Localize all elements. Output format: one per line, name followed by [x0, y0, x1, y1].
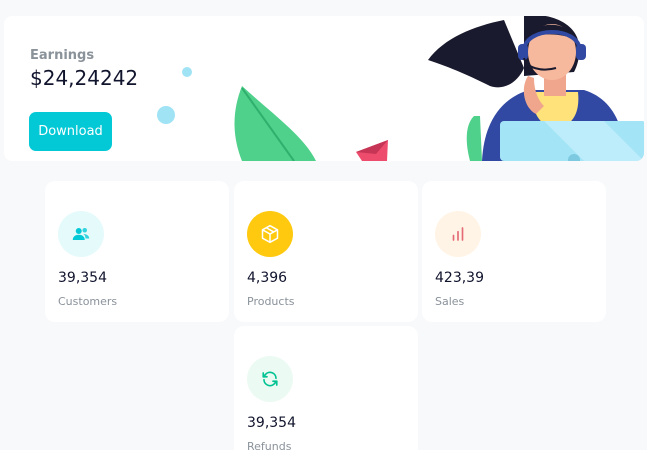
stat-label: Customers [58, 295, 118, 308]
stat-value: 39,354 [58, 270, 107, 286]
customers-icon[interactable] [58, 211, 104, 257]
box-icon[interactable] [247, 211, 293, 257]
stat-card-products: 4,396 Products [234, 181, 418, 322]
stat-label: Sales [435, 295, 465, 308]
stat-card-customers: 39,354 Customers [45, 181, 229, 322]
stat-card-refunds: 39,354 Refunds [234, 326, 418, 450]
stat-label: Products [247, 295, 295, 308]
stat-value: 423,39 [435, 270, 484, 286]
download-button[interactable]: Download [29, 112, 112, 151]
earnings-amount: $24,24242 [30, 66, 139, 90]
earnings-label: Earnings [30, 48, 95, 63]
stat-value: 4,396 [247, 270, 288, 286]
bar-chart-icon[interactable] [435, 211, 481, 257]
stat-card-sales: 423,39 Sales [422, 181, 606, 322]
earnings-card: Earnings $24,24242 Download [4, 16, 644, 161]
stat-label: Refunds [247, 440, 292, 450]
refresh-icon[interactable] [247, 356, 293, 402]
stat-value: 39,354 [247, 415, 296, 431]
